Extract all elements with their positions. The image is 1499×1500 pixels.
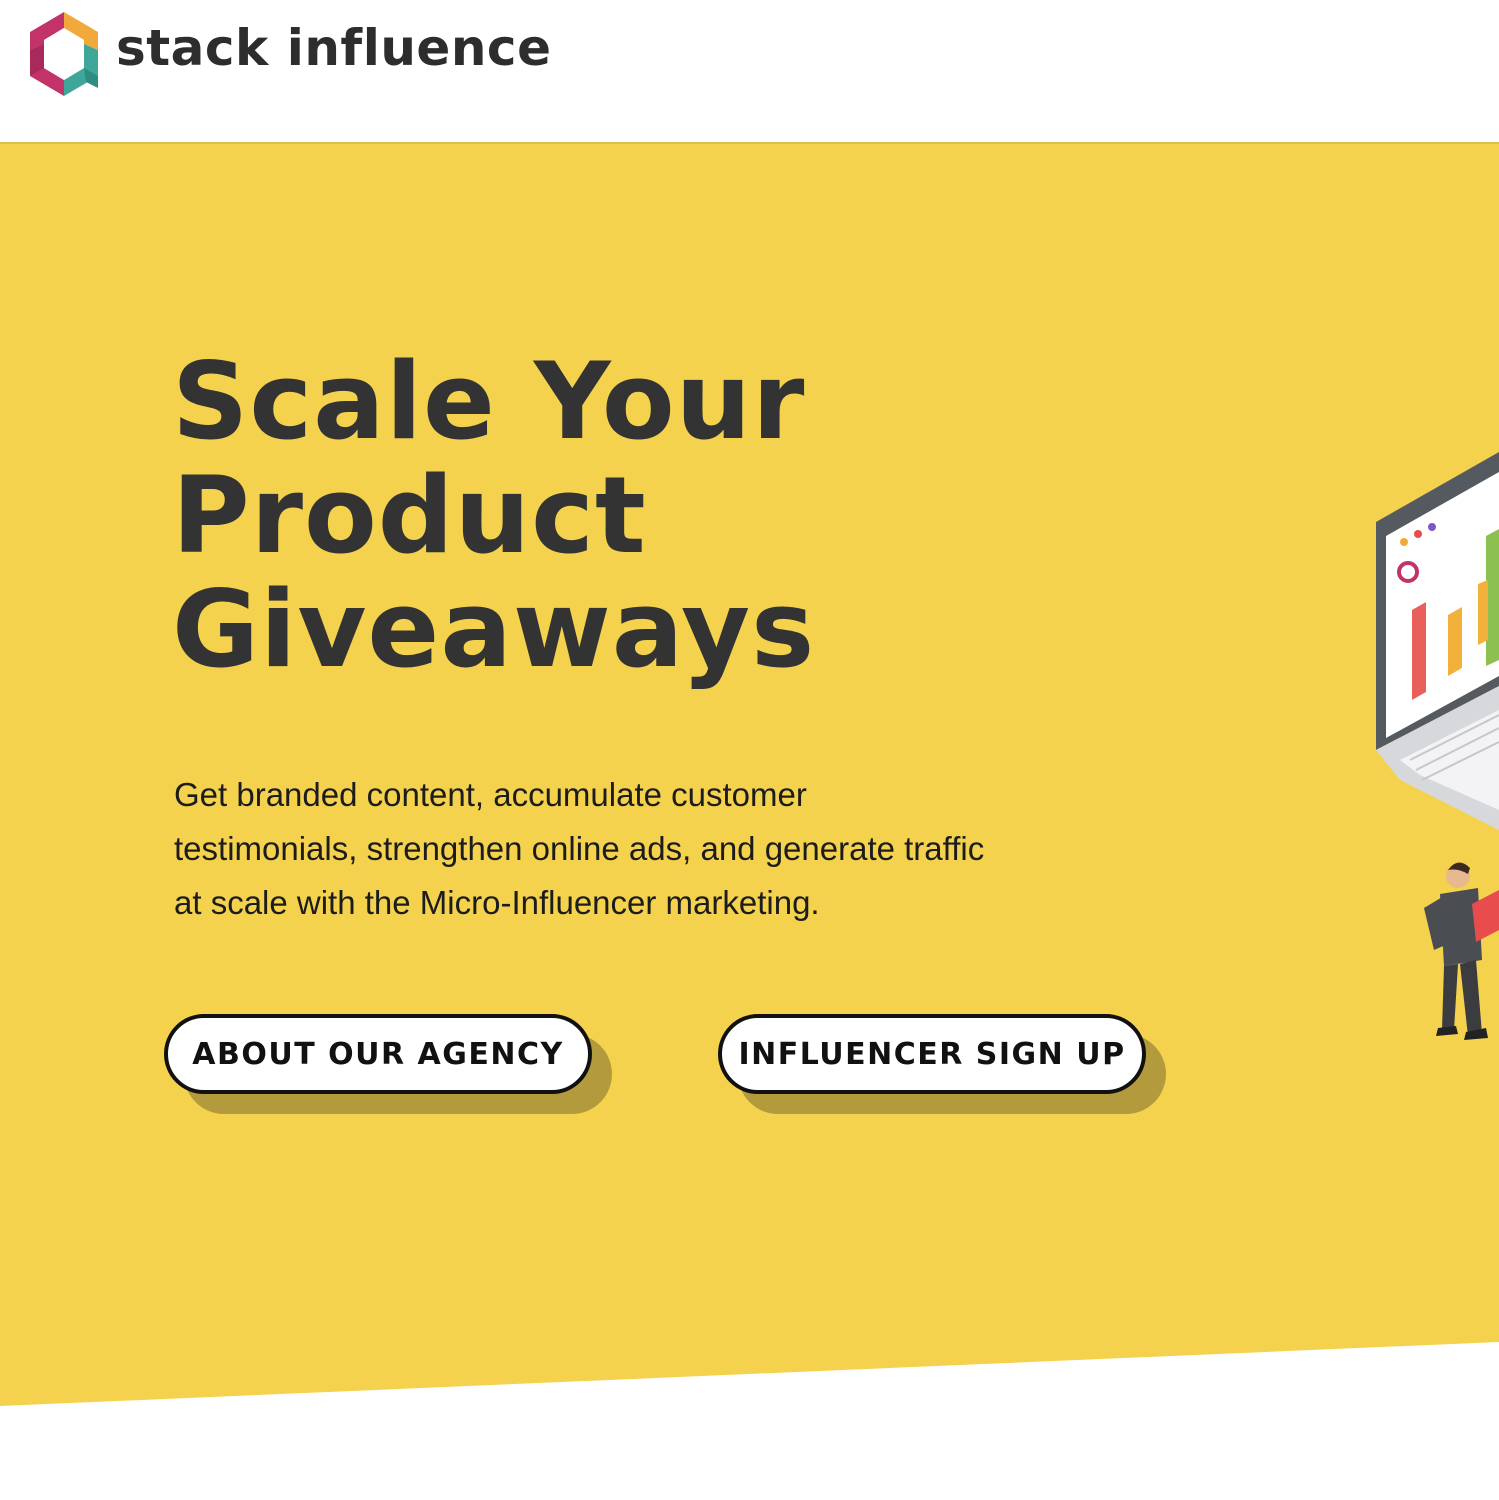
about-agency-button[interactable]: ABOUT OUR AGENCY (164, 1014, 592, 1094)
headline-line-1: Scale Your (172, 340, 806, 463)
laptop-analytics-illustration (1376, 452, 1499, 1040)
hexagon-logo-icon (30, 12, 98, 96)
hero-subtitle: Get branded content, accumulate customer… (174, 776, 985, 921)
headline-line-3: Giveaways (172, 568, 816, 691)
headline-line-2: Product (172, 454, 647, 577)
about-agency-button-wrapper: ABOUT OUR AGENCY (164, 1014, 612, 1114)
brand-logo-link[interactable]: stack influence (24, 10, 551, 98)
landing-page: stack influence Scale Your Product Givea… (0, 0, 1499, 1500)
site-header: stack influence (0, 0, 1499, 144)
influencer-signup-button-wrapper: INFLUENCER SIGN UP (718, 1014, 1166, 1114)
brand-name: stack influence (116, 19, 552, 77)
hero-headline: Scale Your Product Giveaways (172, 345, 815, 687)
influencer-signup-button[interactable]: INFLUENCER SIGN UP (718, 1014, 1146, 1094)
